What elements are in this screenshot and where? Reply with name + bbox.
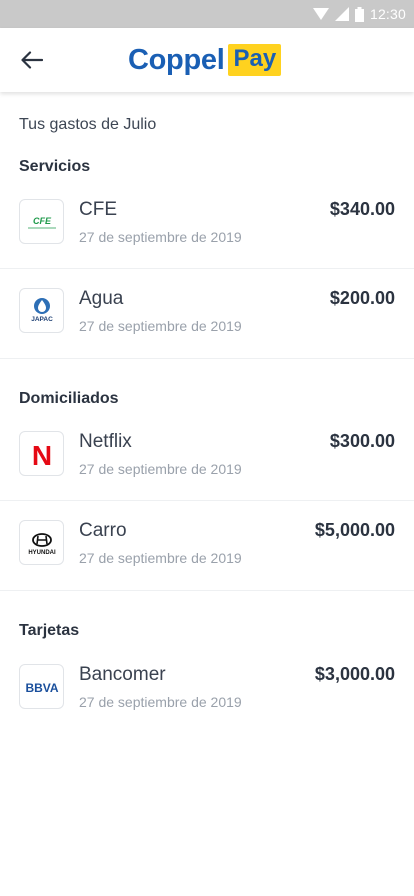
coppel-pay-logo: Coppel Pay [128, 42, 282, 78]
expense-amount: $3,000.00 [314, 664, 395, 684]
expense-amount: $5,000.00 [314, 520, 395, 540]
row-divider [0, 358, 414, 359]
row-divider [0, 268, 414, 269]
expense-date: 27 de septiembre de 2019 [79, 694, 242, 710]
section-title-servicios: Servicios [19, 158, 91, 175]
status-icons: 12:30 [312, 0, 406, 28]
month-title: Tus gastos de Julio [19, 116, 157, 133]
expense-row-bancomer[interactable]: BBVA Bancomer 27 de septiembre de 2019 $… [0, 664, 414, 754]
expense-amount: $300.00 [329, 431, 395, 451]
section-title-tarjetas: Tarjetas [19, 622, 80, 639]
expense-date: 27 de septiembre de 2019 [79, 229, 242, 245]
expense-row-cfe[interactable]: CFE CFE 27 de septiembre de 2019 $340.00 [0, 199, 414, 289]
bbva-logo: BBVA [19, 664, 64, 709]
expense-name: Carro [79, 520, 127, 541]
back-button[interactable] [14, 42, 50, 78]
expense-row-agua[interactable]: JAPAC Agua 27 de septiembre de 2019 $200… [0, 288, 414, 378]
battery-icon [354, 6, 364, 22]
app-header: Coppel Pay [0, 28, 414, 92]
svg-text:JAPAC: JAPAC [31, 316, 53, 323]
expense-row-netflix[interactable]: N Netflix 27 de septiembre de 2019 $300.… [0, 431, 414, 521]
expense-name: CFE [79, 199, 117, 220]
expense-amount: $340.00 [329, 199, 395, 219]
signal-icon [334, 7, 349, 21]
expense-amount: $200.00 [329, 288, 395, 308]
svg-text:N: N [31, 440, 51, 471]
expense-name: Bancomer [79, 664, 166, 685]
arrow-left-icon [21, 51, 43, 69]
wifi-icon [312, 8, 329, 20]
expense-name: Netflix [79, 431, 132, 452]
expense-name: Agua [79, 288, 124, 309]
logo-word: Coppel [128, 43, 225, 76]
hyundai-logo: HYUNDAI [19, 520, 64, 565]
expense-row-carro[interactable]: HYUNDAI Carro 27 de septiembre de 2019 $… [0, 520, 414, 610]
status-time: 12:30 [369, 6, 406, 22]
netflix-logo: N [19, 431, 64, 476]
row-divider [0, 500, 414, 501]
row-divider [0, 590, 414, 591]
expense-date: 27 de septiembre de 2019 [79, 318, 242, 334]
expense-date: 27 de septiembre de 2019 [79, 550, 242, 566]
svg-text:BBVA: BBVA [25, 681, 58, 695]
expense-date: 27 de septiembre de 2019 [79, 461, 242, 477]
svg-text:HYUNDAI: HYUNDAI [28, 550, 56, 556]
cfe-logo: CFE [19, 199, 64, 244]
logo-badge: Pay [228, 44, 282, 76]
status-bar: 12:30 [0, 0, 414, 28]
japac-logo: JAPAC [19, 288, 64, 333]
section-title-domiciliados: Domiciliados [19, 390, 119, 407]
svg-text:CFE: CFE [33, 216, 52, 226]
